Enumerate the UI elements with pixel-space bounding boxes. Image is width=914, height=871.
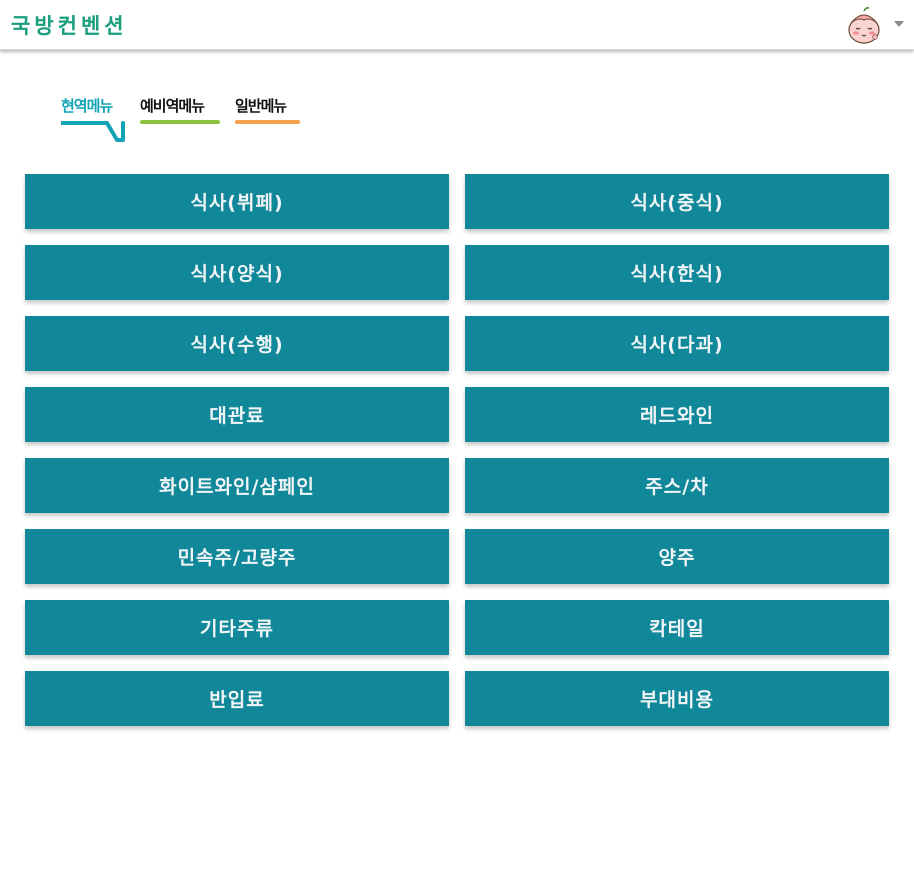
menu-button-korean-meal[interactable]: 식사(한식) xyxy=(465,245,889,300)
app-title: 국방컨벤션 xyxy=(11,14,128,38)
menu-button-corkage-fee[interactable]: 반입료 xyxy=(25,671,449,726)
tab-underline xyxy=(235,120,300,124)
menu-button-chinese-meal[interactable]: 식사(중식) xyxy=(465,174,889,229)
tab-label: 일반메뉴 xyxy=(235,97,287,115)
tab-general-menu[interactable]: 일반메뉴 xyxy=(235,96,300,124)
menu-button-additional-costs[interactable]: 부대비용 xyxy=(465,671,889,726)
menu-button-folk-liquor[interactable]: 민속주/고량주 xyxy=(25,529,449,584)
tab-active-duty-menu[interactable]: 현역메뉴 xyxy=(61,96,125,142)
menu-button-red-wine[interactable]: 레드와인 xyxy=(465,387,889,442)
menu-button-western-meal[interactable]: 식사(양식) xyxy=(25,245,449,300)
tab-label: 현역메뉴 xyxy=(61,97,113,115)
active-tab-pointer-icon xyxy=(61,121,125,142)
menu-button-juice-tea[interactable]: 주스/차 xyxy=(465,458,889,513)
tab-label: 예비역메뉴 xyxy=(140,97,205,115)
avatar-icon[interactable] xyxy=(844,6,884,46)
menu-button-buffet-meal[interactable]: 식사(뷔페) xyxy=(25,174,449,229)
tab-reservist-menu[interactable]: 예비역메뉴 xyxy=(140,96,220,124)
menu-button-rental-fee[interactable]: 대관료 xyxy=(25,387,449,442)
tab-underline xyxy=(140,120,220,124)
menu-button-escort-meal[interactable]: 식사(수행) xyxy=(25,316,449,371)
caret-down-icon[interactable] xyxy=(894,21,904,27)
menu-button-white-wine-champagne[interactable]: 화이트와인/샴페인 xyxy=(25,458,449,513)
menu-button-refreshments[interactable]: 식사(다과) xyxy=(465,316,889,371)
app-header: 국방컨벤션 xyxy=(0,0,914,50)
menu-button-cocktail[interactable]: 칵테일 xyxy=(465,600,889,655)
menu-button-other-liquor[interactable]: 기타주류 xyxy=(25,600,449,655)
menu-button-western-liquor[interactable]: 양주 xyxy=(465,529,889,584)
